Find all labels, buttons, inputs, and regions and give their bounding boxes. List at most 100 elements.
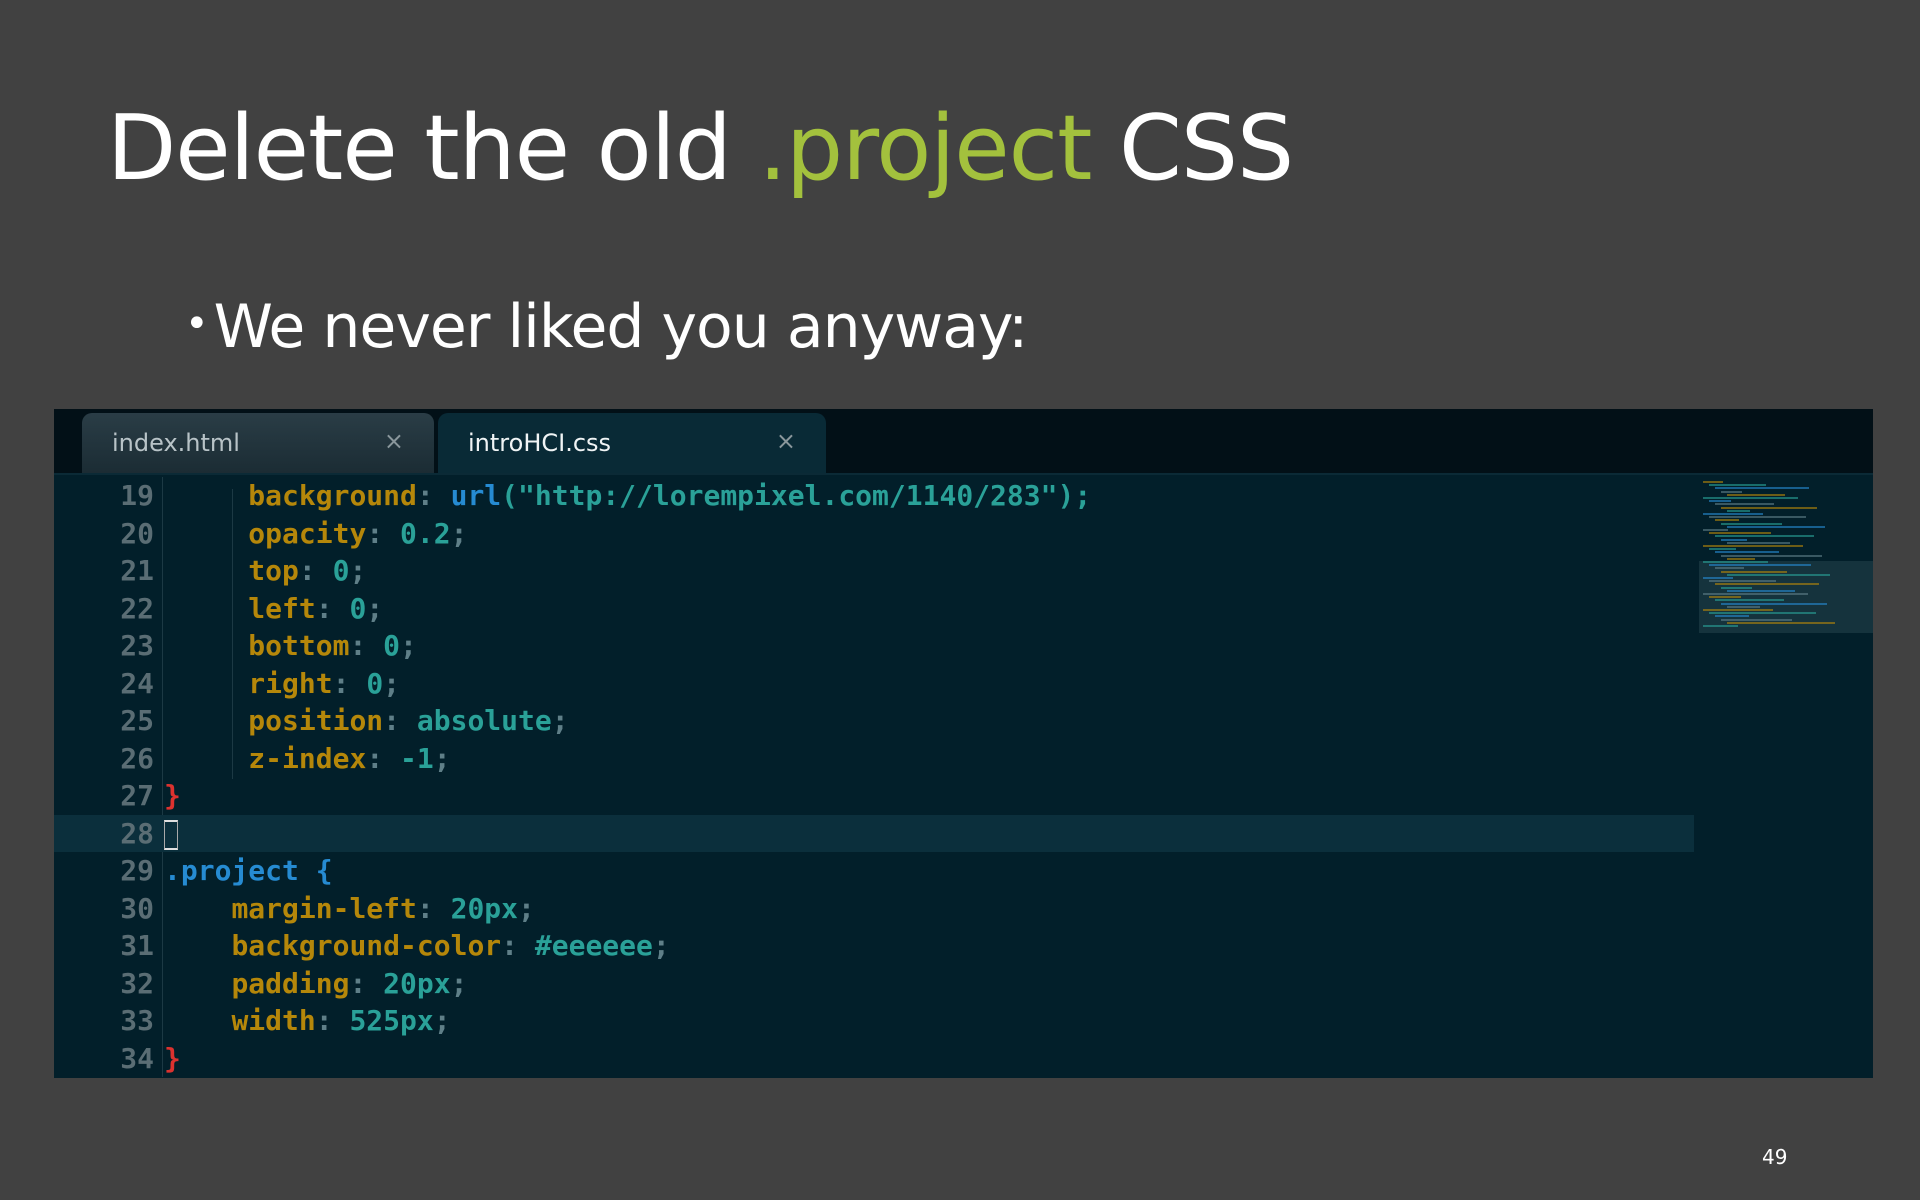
bullet-marker: • <box>185 301 209 347</box>
minimap-line <box>1703 513 1763 515</box>
tab-bar: index.html × introHCI.css × <box>54 409 1873 475</box>
line-number: 33 <box>120 1004 154 1037</box>
code-line[interactable]: 32 padding: 20px; <box>54 965 1694 1003</box>
code-token: : <box>298 554 333 587</box>
code-area[interactable]: 19 background: url("http://lorempixel.co… <box>54 477 1694 1077</box>
code-editor[interactable]: index.html × introHCI.css × 19 backgroun… <box>54 409 1873 1078</box>
line-source: left: 0; <box>164 590 383 628</box>
line-source: background: url("http://lorempixel.com/1… <box>164 477 1091 515</box>
code-token: ; <box>450 966 468 1000</box>
line-source: opacity: 0.2; <box>164 515 467 553</box>
code-line[interactable]: 24 right: 0; <box>54 665 1694 703</box>
code-token: 0 <box>332 554 350 587</box>
code-line[interactable]: 33 width: 525px; <box>54 1002 1694 1040</box>
code-token: : <box>332 666 367 700</box>
code-line[interactable]: 19 background: url("http://lorempixel.co… <box>54 477 1694 515</box>
minimap-line <box>1715 567 1744 570</box>
line-source: margin-left: 20px; <box>164 890 534 928</box>
line-number: 31 <box>120 929 154 962</box>
code-token: 20px <box>383 966 451 1000</box>
code-token: ; <box>433 741 451 775</box>
code-token: opacity <box>248 516 367 550</box>
minimap-line <box>1709 612 1816 615</box>
minimap-line <box>1721 586 1752 589</box>
minimap-line <box>1721 522 1782 525</box>
code-token: : <box>416 479 451 512</box>
line-number: 28 <box>120 816 154 850</box>
minimap-line <box>1703 561 1768 563</box>
line-source: width: 525px; <box>164 1002 450 1040</box>
code-token: : <box>366 741 401 775</box>
line-source: .project { <box>164 852 333 890</box>
line-number: 26 <box>120 741 154 775</box>
code-token: ; <box>366 591 384 625</box>
line-source: padding: 20px; <box>164 965 467 1003</box>
code-token: top <box>248 554 299 587</box>
code-token: margin-left <box>231 891 417 925</box>
code-line[interactable]: 30 margin-left: 20px; <box>54 890 1694 928</box>
minimap-line <box>1721 538 1747 541</box>
minimap-line <box>1715 583 1819 586</box>
code-line[interactable]: 21 top: 0; <box>54 552 1694 590</box>
minimap-line <box>1715 503 1774 506</box>
code-token: padding <box>231 966 350 1000</box>
close-icon[interactable]: × <box>384 427 404 455</box>
minimap-line <box>1703 481 1723 483</box>
title-suffix: CSS <box>1091 96 1294 201</box>
line-source <box>164 815 178 853</box>
minimap-line <box>1715 551 1779 554</box>
minimap-line <box>1721 618 1792 621</box>
minimap-line <box>1727 589 1795 592</box>
code-token: : <box>501 929 535 962</box>
minimap-line <box>1703 529 1728 531</box>
minimap-line <box>1709 516 1806 519</box>
code-token: ; <box>400 629 417 662</box>
line-number: 24 <box>120 666 154 700</box>
minimap-line <box>1709 500 1731 503</box>
code-line[interactable]: 31 background-color: #eeeeee; <box>54 927 1694 965</box>
line-source: top: 0; <box>164 552 366 590</box>
code-line[interactable]: 29 .project { <box>54 852 1694 890</box>
close-icon[interactable]: × <box>776 427 796 455</box>
code-token: : <box>416 891 451 925</box>
minimap[interactable] <box>1699 477 1873 1078</box>
tab-introhci-css[interactable]: introHCI.css × <box>438 413 826 473</box>
code-line[interactable]: 22 left: 0; <box>54 590 1694 628</box>
title-accent: .project <box>758 96 1092 201</box>
minimap-line <box>1715 487 1809 490</box>
code-token: position <box>248 704 384 737</box>
line-source: bottom: 0; <box>164 627 417 665</box>
line-source: z-index: -1; <box>164 740 451 778</box>
title-prefix: Delete the old <box>107 96 759 201</box>
minimap-line <box>1709 564 1811 567</box>
code-line[interactable]: 25 position: absolute; <box>54 702 1694 740</box>
code-line[interactable]: 23 bottom: 0; <box>54 627 1694 665</box>
tab-index-html[interactable]: index.html × <box>82 413 434 473</box>
code-token: 0 <box>366 666 384 700</box>
minimap-line <box>1703 593 1808 595</box>
code-token: left <box>248 591 316 625</box>
minimap-line <box>1709 548 1736 551</box>
code-token: } <box>164 1041 181 1075</box>
minimap-line <box>1709 596 1741 599</box>
code-line[interactable]: 34} <box>54 1040 1694 1078</box>
code-line[interactable]: 27} <box>54 777 1694 815</box>
code-line[interactable]: 20 opacity: 0.2; <box>54 515 1694 553</box>
line-source: } <box>164 1040 181 1078</box>
code-line[interactable]: 26 z-index: -1; <box>54 740 1694 778</box>
code-token: absolute <box>416 704 552 737</box>
minimap-line <box>1721 554 1822 557</box>
code-line[interactable]: 28 <box>54 814 1694 853</box>
minimap-line <box>1703 609 1773 611</box>
line-number: 19 <box>120 479 154 512</box>
code-token: 0.2 <box>400 516 451 550</box>
tab-label: introHCI.css <box>468 429 612 457</box>
line-number: 22 <box>120 591 154 625</box>
